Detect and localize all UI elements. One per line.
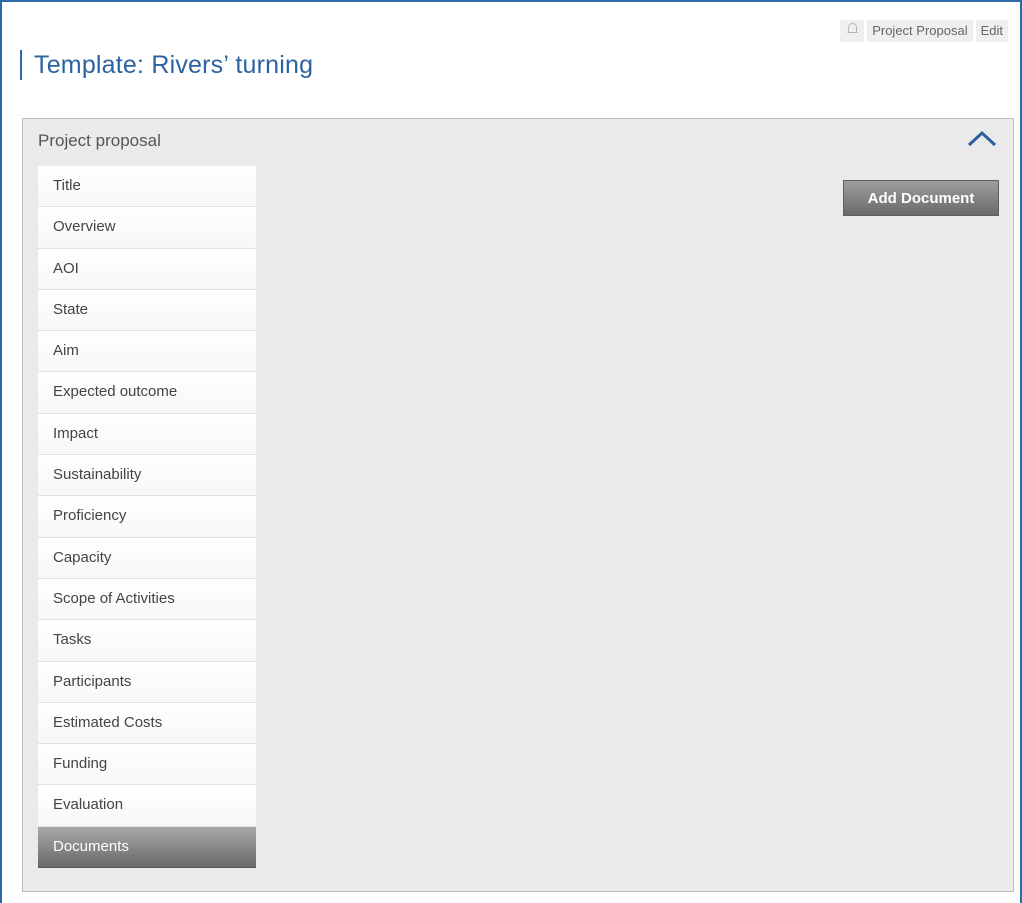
chevron-up-icon <box>966 128 998 153</box>
title-wrap: Template: Rivers’ turning <box>20 50 313 80</box>
menu-item-sustainability[interactable]: Sustainability <box>38 455 256 497</box>
menu-item-overview[interactable]: Overview <box>38 207 256 249</box>
menu-item-aim[interactable]: Aim <box>38 331 256 373</box>
menu-item-expected-outcome[interactable]: Expected outcome <box>38 372 256 414</box>
notification-button[interactable] <box>840 20 865 42</box>
menu-item-scope-of-activities[interactable]: Scope of Activities <box>38 578 256 621</box>
menu-item-proficiency[interactable]: Proficiency <box>38 496 256 538</box>
title-accent-bar <box>20 50 22 80</box>
menu-item-impact[interactable]: Impact <box>38 413 256 456</box>
panel-title: Project proposal <box>38 131 161 150</box>
page-title: Template: Rivers’ turning <box>34 50 314 79</box>
bell-icon <box>846 22 859 40</box>
menu-item-capacity[interactable]: Capacity <box>38 537 256 579</box>
menu-item-title[interactable]: Title <box>38 166 256 208</box>
project-proposal-panel: Project proposal Title Overview AOI State Ai… <box>22 118 1014 892</box>
menu-item-estimated-costs[interactable]: Estimated Costs <box>38 702 256 745</box>
menu-item-evaluation[interactable]: Evaluation <box>38 785 256 827</box>
menu-item-aoi[interactable]: AOI <box>38 248 256 290</box>
menu-item-state[interactable]: State <box>38 289 256 332</box>
add-document-button[interactable]: Add Document <box>843 180 999 216</box>
menu-item-tasks[interactable]: Tasks <box>38 620 256 662</box>
section-menu: Title Overview AOI State Aim Expected outcome… <box>38 166 256 869</box>
breadcrumb-project-proposal[interactable]: Project Proposal <box>867 20 973 42</box>
menu-item-funding[interactable]: Funding <box>38 744 256 786</box>
collapse-button[interactable] <box>965 126 999 154</box>
menu-item-documents[interactable]: Documents <box>38 826 256 869</box>
top-actions: Project Proposal Edit <box>840 20 1008 42</box>
edit-button[interactable]: Edit <box>975 20 1008 42</box>
menu-item-participants[interactable]: Participants <box>38 661 256 703</box>
